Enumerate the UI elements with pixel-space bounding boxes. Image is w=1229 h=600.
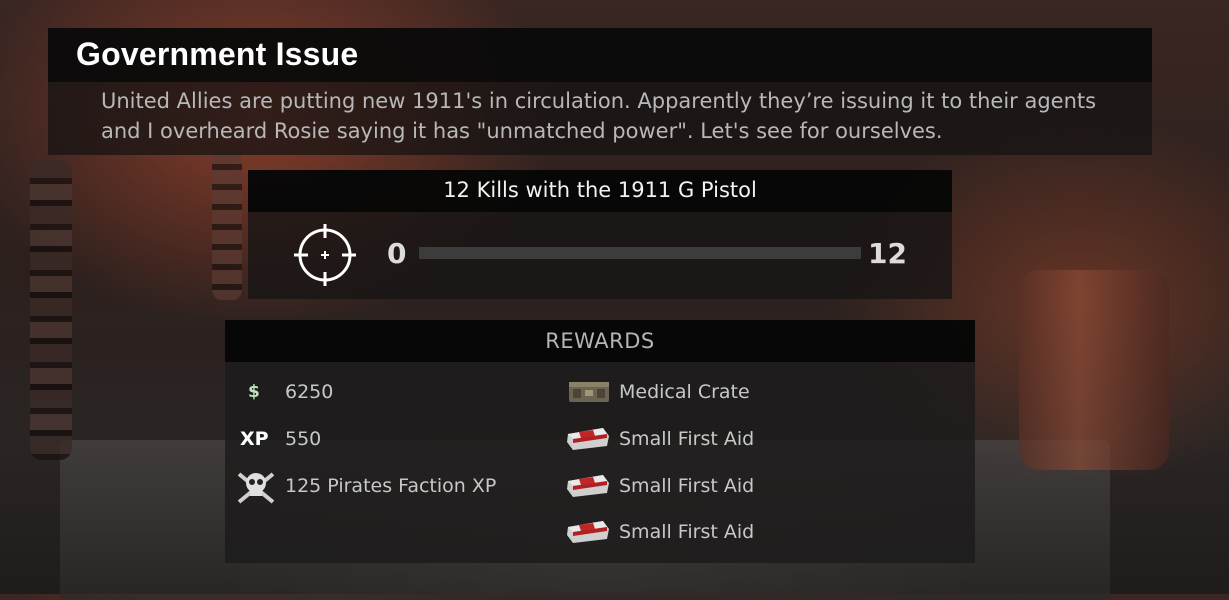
objective-text: 12 Kills with the 1911 G Pistol (443, 178, 757, 202)
xp-icon: XP (240, 428, 269, 450)
rewards-panel: REWARDS $ 6250 XP 550 125 Pirates Factio… (225, 320, 975, 563)
objective-bar: 12 Kills with the 1911 G Pistol (248, 170, 952, 212)
challenge-description: United Allies are putting new 1911's in … (101, 89, 1097, 143)
background-barrel (1019, 270, 1169, 470)
challenge-info-panel: Government Issue United Allies are putti… (48, 28, 1152, 155)
medical-crate-icon (569, 382, 609, 402)
progress-target: 12 (868, 237, 907, 270)
background-chain (212, 150, 242, 300)
progress-bar (419, 247, 861, 259)
pirates-skull-icon (237, 472, 275, 504)
reward-medical-crate: Medical Crate (619, 381, 750, 403)
progress-current: 0 (387, 237, 407, 270)
first-aid-kit-icon (567, 428, 609, 450)
first-aid-kit-icon (567, 521, 609, 543)
reward-xp-amount: 550 (285, 428, 322, 450)
title-bar: Government Issue (48, 28, 1152, 82)
reward-first-aid-1: Small First Aid (619, 428, 755, 450)
rewards-header: REWARDS (545, 329, 655, 353)
reward-faction-xp: 125 Pirates Faction XP (285, 475, 497, 497)
background-chain (30, 160, 72, 460)
reward-money-amount: 6250 (285, 381, 334, 403)
reward-first-aid-2: Small First Aid (619, 475, 755, 497)
crosshair-icon (294, 224, 356, 286)
objective-panel: 12 Kills with the 1911 G Pistol 0 12 (248, 170, 952, 299)
first-aid-kit-icon (567, 475, 609, 497)
rewards-header-bar: REWARDS (225, 320, 975, 362)
challenge-title: Government Issue (76, 36, 359, 72)
reward-first-aid-3: Small First Aid (619, 521, 755, 543)
money-icon: $ (248, 382, 260, 402)
